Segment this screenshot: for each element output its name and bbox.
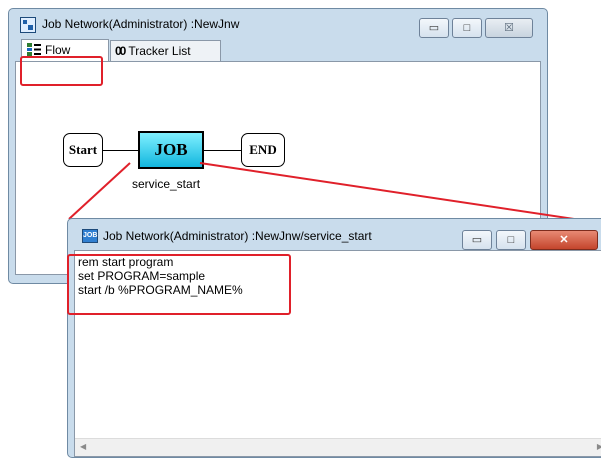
tab-tracker-list[interactable]: 00 Tracker List <box>110 40 221 61</box>
flow-icon <box>27 43 41 56</box>
front-maximize-button[interactable]: □ <box>496 230 526 250</box>
horizontal-scrollbar[interactable]: ◀ ▶ <box>75 438 601 456</box>
front-minimize-button[interactable]: ▭ <box>462 230 492 250</box>
connector-start-job <box>103 150 138 151</box>
close-button[interactable]: ☒ <box>485 18 533 38</box>
eyes-icon: 00 <box>115 44 126 58</box>
scroll-left-arrow-icon[interactable]: ◀ <box>80 442 86 451</box>
front-window-title: Job Network(Administrator) :NewJnw/servi… <box>103 229 372 243</box>
minimize-button[interactable]: ▭ <box>419 18 449 38</box>
window-title: Job Network(Administrator) :NewJnw <box>42 17 240 31</box>
job-name-label: service_start <box>132 177 201 191</box>
maximize-button[interactable]: □ <box>452 18 482 38</box>
end-node[interactable]: END <box>241 133 285 167</box>
job-icon: JOB <box>82 229 98 243</box>
job-network-icon <box>20 17 36 33</box>
front-close-button[interactable]: ✕ <box>530 230 598 250</box>
front-title-bar[interactable]: JOB Job Network(Administrator) :NewJnw/s… <box>68 219 601 250</box>
start-node[interactable]: Start <box>63 133 103 167</box>
title-bar[interactable]: Job Network(Administrator) :NewJnw ▭ □ ☒ <box>9 9 547 39</box>
flow-tab-highlight <box>20 56 103 86</box>
job-node[interactable]: JOB <box>138 131 204 169</box>
tab-flow-label: Flow <box>45 43 71 57</box>
connector-job-end <box>204 150 241 151</box>
scroll-right-arrow-icon[interactable]: ▶ <box>597 442 601 451</box>
script-highlight <box>67 254 291 315</box>
tab-tracker-list-label: Tracker List <box>128 44 191 58</box>
